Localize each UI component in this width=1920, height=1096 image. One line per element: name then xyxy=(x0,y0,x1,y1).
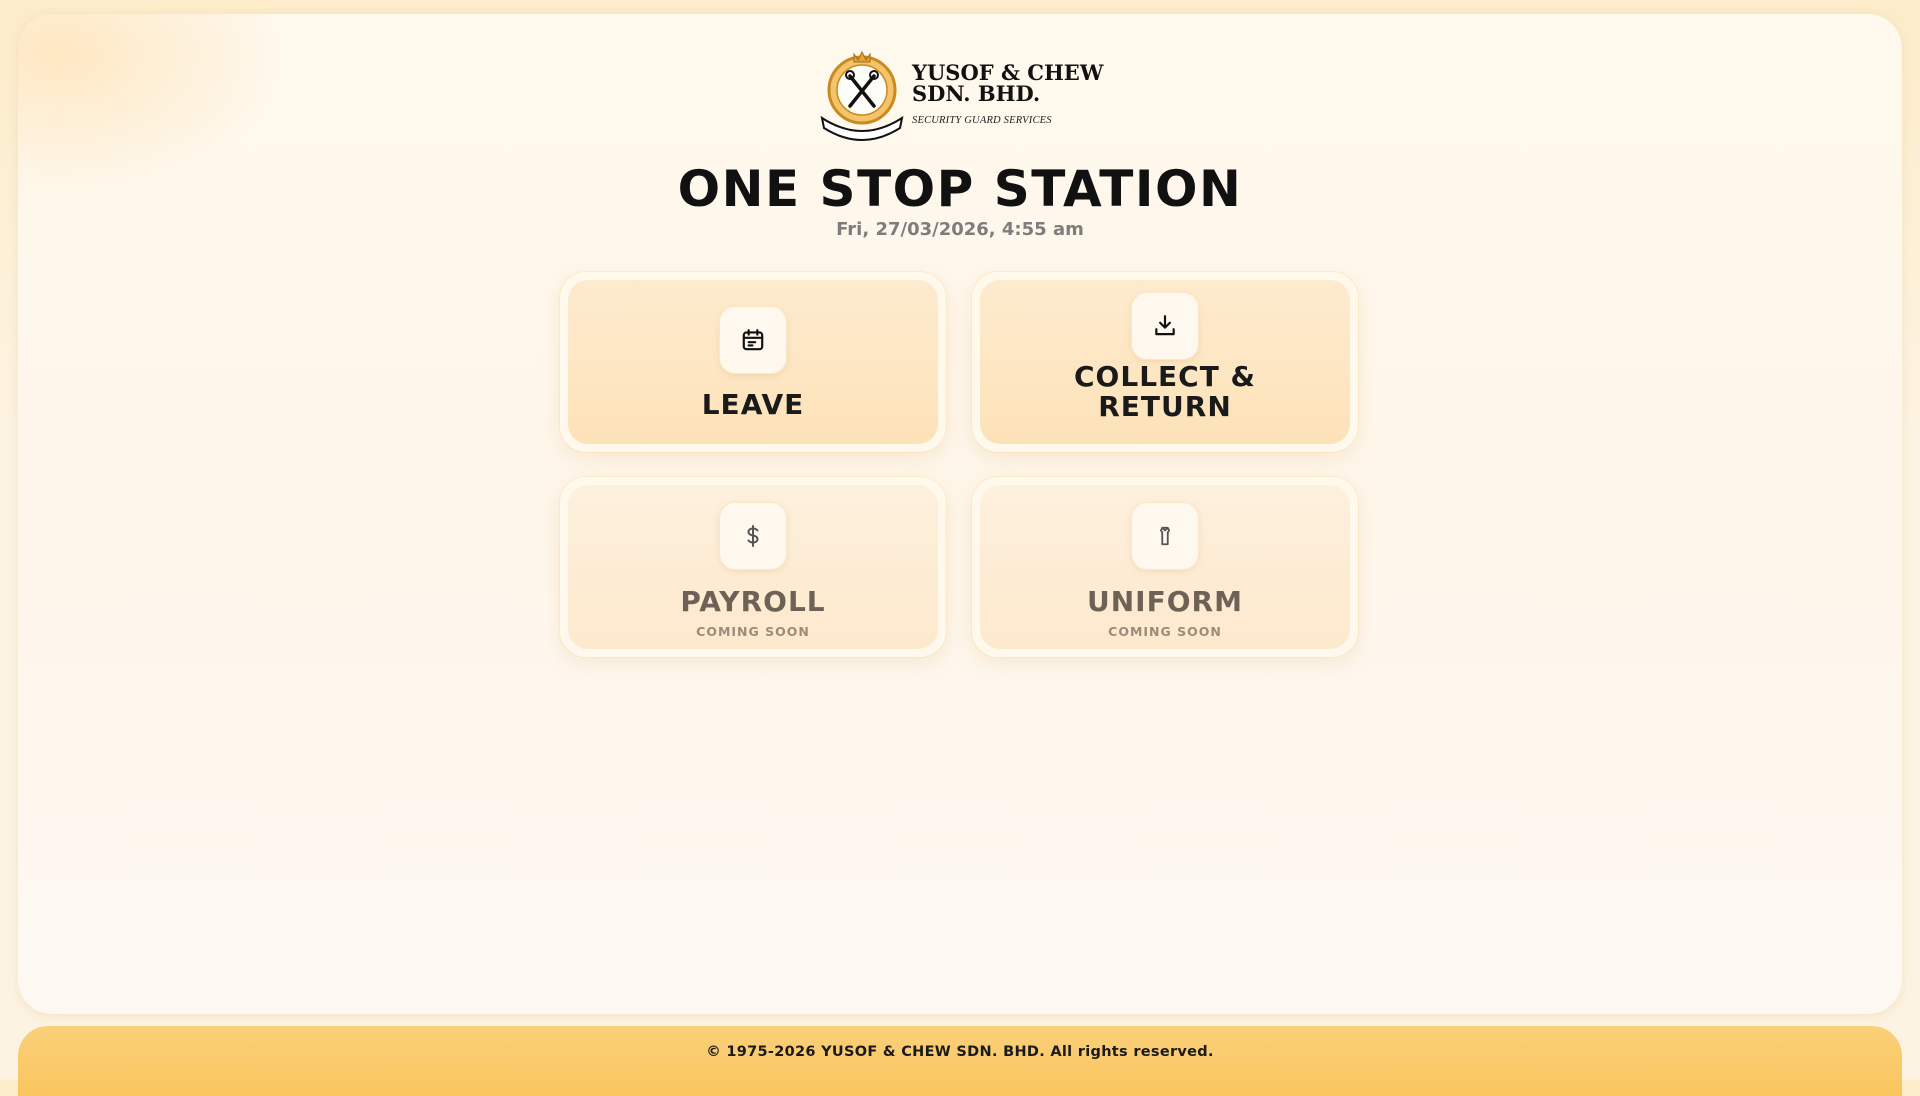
collect-return-label-line1: COLLECT & xyxy=(1074,360,1256,393)
company-name: YUSOF & CHEW SDN. BHD. xyxy=(912,62,1103,104)
leave-icon-box xyxy=(719,306,787,374)
crest-emblem-icon xyxy=(820,50,904,141)
current-datetime: Fri, 27/03/2026, 4:55 am xyxy=(836,219,1084,240)
copyright-text: © 1975-2026 YUSOF & CHEW SDN. BHD. All r… xyxy=(706,1044,1214,1060)
company-logo: YUSOF & CHEW SDN. BHD. SECURITY GUARD SE… xyxy=(820,48,1110,144)
uniform-icon-box xyxy=(1131,502,1199,570)
shirt-icon xyxy=(1159,526,1171,546)
payroll-tile-button[interactable]: PAYROLL COMING SOON xyxy=(560,477,946,657)
collect-return-icon-box xyxy=(1131,292,1199,360)
footer: © 1975-2026 YUSOF & CHEW SDN. BHD. All r… xyxy=(18,1026,1902,1096)
uniform-status-badge: COMING SOON xyxy=(1108,624,1222,639)
uniform-label: UNIFORM xyxy=(1087,585,1243,618)
collect-return-label: COLLECT & RETURN xyxy=(980,362,1350,422)
collect-return-label-line2: RETURN xyxy=(1098,390,1232,423)
company-tagline: SECURITY GUARD SERVICES xyxy=(912,115,1052,126)
payroll-label: PAYROLL xyxy=(680,585,826,618)
company-name-line2: SDN. BHD. xyxy=(912,81,1041,106)
payroll-icon-box xyxy=(719,502,787,570)
download-tray-icon xyxy=(1155,315,1175,336)
payroll-status-badge: COMING SOON xyxy=(696,624,810,639)
page-title: ONE STOP STATION xyxy=(677,160,1243,218)
leave-tile-button[interactable]: LEAVE xyxy=(560,272,946,452)
leave-label: LEAVE xyxy=(701,388,805,421)
uniform-tile-button[interactable]: UNIFORM COMING SOON xyxy=(972,477,1358,657)
dollar-icon xyxy=(747,525,759,547)
company-name-line1: YUSOF & CHEW xyxy=(912,60,1104,85)
calendar-icon xyxy=(742,329,764,351)
collect-return-tile-button[interactable]: COLLECT & RETURN xyxy=(972,272,1358,452)
